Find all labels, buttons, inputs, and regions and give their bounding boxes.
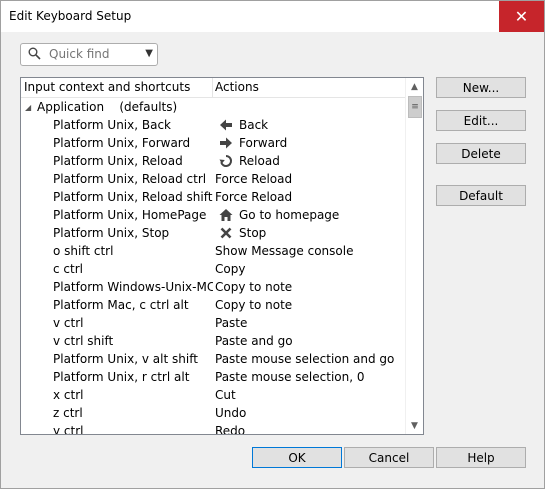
home-icon [219,209,233,221]
action-cell: Paste [215,316,248,330]
shortcut-cell: Platform Windows-Unix-MC... [53,280,213,294]
edit-keyboard-setup-dialog: Edit Keyboard Setup ✕ ▼ Input context an… [0,0,545,489]
shortcut-cell: c ctrl [53,262,83,276]
shortcut-cell: Platform Unix, HomePage [53,208,207,222]
shortcut-cell: o shift ctrl [53,244,114,258]
shortcut-cell: Platform Unix, Back [53,118,172,132]
action-cell: Paste mouse selection and go [215,352,395,366]
title-bar: Edit Keyboard Setup ✕ [1,1,544,32]
shortcut-cell: y ctrl [53,424,84,434]
tree-header: Input context and shortcuts Actions [21,78,405,98]
quick-find-field[interactable]: ▼ [20,43,158,66]
delete-button[interactable]: Delete [436,143,526,164]
help-button[interactable]: Help [436,447,526,468]
action-cell: Undo [215,406,247,420]
table-row[interactable]: Platform Unix, Forward Forward [21,134,405,152]
shortcut-cell: v ctrl [53,316,84,330]
ok-button[interactable]: OK [252,447,342,468]
table-row[interactable]: Platform Windows-Unix-MC... Copy to note [21,278,405,296]
table-row[interactable]: Platform Unix, Stop Stop [21,224,405,242]
action-cell: Redo [215,424,246,434]
table-row[interactable]: z ctrl Undo [21,404,405,422]
default-button[interactable]: Default [436,185,526,206]
column-divider[interactable] [212,78,213,97]
action-cell: Paste and go [215,334,293,348]
table-row[interactable]: v ctrl Paste [21,314,405,332]
shortcut-cell: Platform Unix, Reload [53,154,183,168]
shortcut-cell: Platform Unix, Reload ctrl [53,172,207,186]
action-cell: Copy [215,262,246,276]
column-header-shortcuts[interactable]: Input context and shortcuts [24,80,190,94]
chevron-down-icon[interactable]: ▼ [145,48,153,59]
shortcut-cell: Platform Unix, v alt shift [53,352,198,366]
shortcut-cell: z ctrl [53,406,83,420]
shortcut-cell: Platform Unix, Stop [53,226,170,240]
action-cell: Back [239,118,269,132]
group-label: Application (defaults) [37,100,178,114]
search-icon [28,47,41,60]
action-cell: Reload [239,154,280,168]
edit-button[interactable]: Edit... [436,110,526,131]
expand-triangle-icon[interactable]: ◢ [25,103,31,112]
shortcut-cell: v ctrl shift [53,334,114,348]
table-row[interactable]: Platform Unix, Reload Reload [21,152,405,170]
table-row[interactable]: x ctrl Cut [21,386,405,404]
window-title: Edit Keyboard Setup [9,9,132,23]
table-row[interactable]: v ctrl shift Paste and go [21,332,405,350]
shortcuts-tree[interactable]: Input context and shortcuts Actions ◢ Ap… [20,77,424,435]
forward-arrow-icon [220,137,232,149]
close-button[interactable]: ✕ [499,1,544,32]
scroll-down-arrow-icon[interactable]: ▼ [406,417,423,434]
action-cell: Force Reload [215,190,293,204]
table-row[interactable]: Platform Unix, v alt shift Paste mouse s… [21,350,405,368]
shortcut-cell: Platform Unix, r ctrl alt [53,370,190,384]
new-button[interactable]: New... [436,77,526,98]
vertical-scrollbar[interactable]: ▲ ≡ ▼ [405,78,423,434]
action-cell: Copy to note [215,280,293,294]
action-cell: Go to homepage [239,208,340,222]
shortcut-cell: Platform Mac, c ctrl alt [53,298,189,312]
table-row[interactable]: Platform Unix, r ctrl alt Paste mouse se… [21,368,405,386]
action-cell: Paste mouse selection, 0 [215,370,365,384]
shortcut-cell: Platform Unix, Reload shift [53,190,213,204]
tree-rows: ◢ Application (defaults) Platform Unix, … [21,98,405,434]
action-cell: Cut [215,388,236,402]
scrollbar-thumb[interactable]: ≡ [408,96,422,118]
cancel-button[interactable]: Cancel [344,447,434,468]
action-cell: Copy to note [215,298,293,312]
action-cell: Forward [239,136,288,150]
table-row[interactable]: Platform Mac, c ctrl alt Copy to note [21,296,405,314]
table-row[interactable]: Platform Unix, Back Back [21,116,405,134]
table-row[interactable]: y ctrl Redo [21,422,405,434]
back-arrow-icon [220,119,232,131]
column-header-actions[interactable]: Actions [215,80,259,94]
reload-icon [219,154,233,167]
table-row[interactable]: c ctrl Copy [21,260,405,278]
action-cell: Show Message console [215,244,354,258]
quick-find-input[interactable] [49,46,131,62]
shortcut-cell: Platform Unix, Forward [53,136,191,150]
scroll-up-arrow-icon[interactable]: ▲ [406,78,423,95]
stop-x-icon [220,227,232,239]
table-row[interactable]: Platform Unix, HomePage Go to homepage [21,206,405,224]
table-row[interactable]: o shift ctrl Show Message console [21,242,405,260]
shortcut-cell: x ctrl [53,388,84,402]
action-cell: Stop [239,226,267,240]
action-cell: Force Reload [215,172,293,186]
table-row[interactable]: Platform Unix, Reload ctrl Force Reload [21,170,405,188]
table-row[interactable]: Platform Unix, Reload shift Force Reload [21,188,405,206]
close-icon: ✕ [514,7,529,26]
tree-group-application[interactable]: ◢ Application (defaults) [21,98,405,116]
